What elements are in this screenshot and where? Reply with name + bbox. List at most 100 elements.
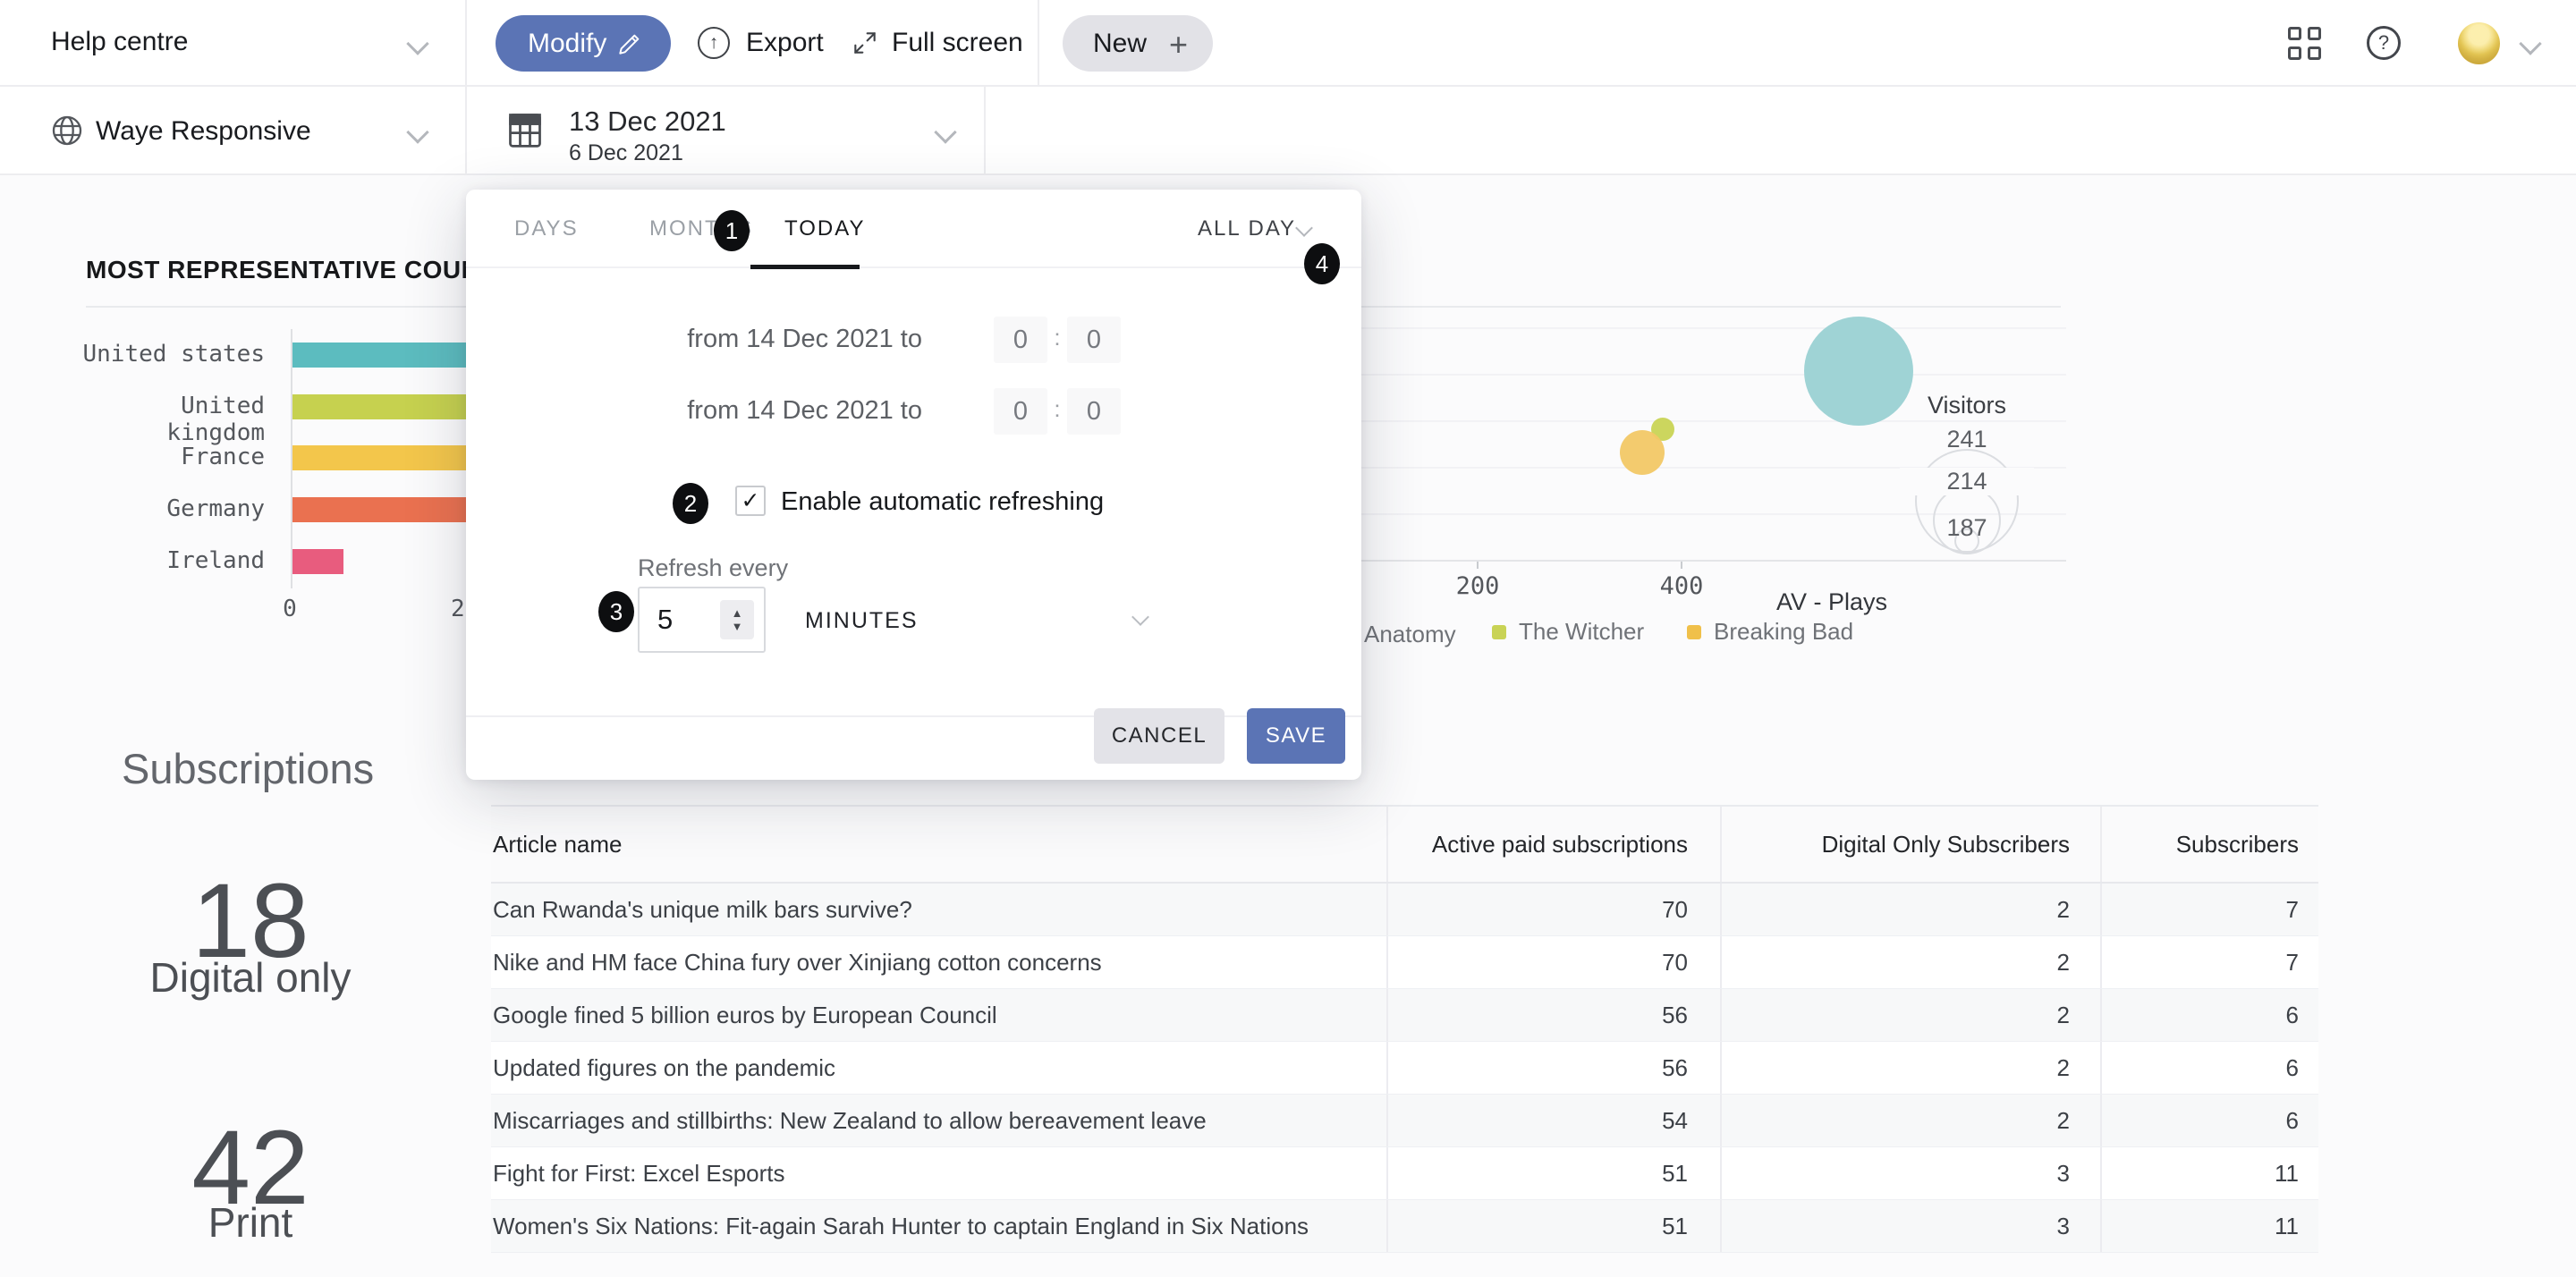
cell-article: Can Rwanda's unique milk bars survive? [491,884,1388,935]
date-primary: 13 Dec 2021 [569,106,726,138]
topbar-divider [465,0,467,87]
bubble-anatomy [1804,317,1913,426]
refresh-unit-dropdown[interactable]: MINUTES [805,587,1163,653]
export-icon: ↑ [698,27,730,59]
question-icon: ? [2378,31,2389,55]
size-legend-value: 241 [1900,426,2034,453]
legend-swatch [1492,625,1506,639]
calendar-icon [505,108,545,151]
country-label: United kingdom [82,393,265,446]
cell-value: 2 [1722,989,2102,1041]
cell-value: 6 [2102,1095,2318,1146]
topbar-divider-2 [1038,0,1039,87]
gridline [1360,420,2066,422]
hour-input[interactable]: 0 [994,317,1047,363]
stepper-down-icon: ▼ [732,620,743,633]
site-selector[interactable]: Waye Responsive [0,87,465,175]
checkmark-icon: ✓ [741,487,760,514]
chevron-down-icon [934,121,956,143]
table-row: Fight for First: Excel Esports 51 3 11 [491,1147,2318,1200]
legend-item-anatomy[interactable]: Anatomy [1364,621,1456,648]
header-subscribers: Subscribers [2102,807,2318,882]
cell-value: 2 [1722,1095,2102,1146]
auto-refresh-checkbox[interactable]: ✓ [735,486,766,516]
tab-days[interactable]: DAYS [514,216,579,241]
chevron-down-icon [1131,608,1149,626]
dialog-footer-divider [466,715,1361,717]
help-button[interactable]: ? [2367,26,2401,60]
date-range-selector[interactable]: 13 Dec 2021 6 Dec 2021 [483,87,984,175]
x-axis-label: AV - Plays [1699,588,1887,616]
apps-grid-button[interactable] [2288,27,2324,63]
all-day-label: ALL DAY [1198,216,1296,241]
gridline [1360,374,2066,376]
kpi-digital-label: Digital only [116,953,385,1002]
refresh-value-field[interactable]: ▲ ▼ [638,587,766,653]
legend-item-the-witcher[interactable]: The Witcher [1492,618,1644,646]
cell-value: 2 [1722,884,2102,935]
annotation-badge-3: 3 [598,591,634,632]
cell-value: 7 [2102,936,2318,988]
date-settings-dialog: DAYS MONTHS TODAY 1 ALL DAY 4 from 14 De… [466,190,1361,780]
new-button-label: New [1063,29,1147,59]
x-tick-0: 0 [277,596,302,622]
table-row: Miscarriages and stillbirths: New Zealan… [491,1095,2318,1147]
cell-value: 11 [2102,1200,2318,1252]
annotation-badge-2: 2 [673,483,708,524]
cell-value: 56 [1388,1042,1722,1094]
plus-icon: + [1169,26,1188,63]
annotation-badge-4: 4 [1304,243,1340,284]
minute-input[interactable]: 0 [1067,388,1121,435]
legend-label: Anatomy [1364,621,1456,648]
cell-value: 6 [2102,989,2318,1041]
cell-article: Google fined 5 billion euros by European… [491,989,1388,1041]
table-row: Google fined 5 billion euros by European… [491,989,2318,1042]
refresh-unit-label: MINUTES [805,608,919,634]
apps-grid-icon [2288,27,2324,60]
avatar[interactable] [2458,22,2500,64]
full-screen-icon [851,29,879,57]
minute-input[interactable]: 0 [1067,317,1121,363]
contextbar-divider [465,87,467,175]
cell-value: 11 [2102,1147,2318,1199]
table-row: Women's Six Nations: Fit-again Sarah Hun… [491,1200,2318,1253]
modify-button[interactable]: Modify [496,15,671,72]
header-active-paid: Active paid subscriptions [1388,807,1722,882]
x-tick-mark [1681,562,1682,569]
full-screen-button[interactable]: Full screen [845,0,1033,87]
contextbar-divider-2 [984,87,986,175]
tab-today[interactable]: TODAY [784,216,865,241]
header-article-name: Article name [491,807,1388,882]
cell-value: 70 [1388,936,1722,988]
active-tab-underline [750,265,860,269]
auto-refresh-label: Enable automatic refreshing [781,487,1104,517]
table-row: Nike and HM face China fury over Xinjian… [491,936,2318,989]
cell-article: Women's Six Nations: Fit-again Sarah Hun… [491,1200,1388,1252]
report-selector[interactable]: Help centre [0,0,465,87]
x-axis-line [1360,560,2066,562]
cancel-button[interactable]: CANCEL [1094,708,1224,764]
chevron-down-icon [406,32,428,55]
cell-value: 3 [1722,1200,2102,1252]
cell-value: 54 [1388,1095,1722,1146]
from-row-label: from 14 Dec 2021 to [609,325,922,354]
refresh-value-input[interactable] [656,603,699,637]
hour-input[interactable]: 0 [994,388,1047,435]
new-button[interactable]: New + [1063,15,1213,72]
x-tick-200: 200 [1442,572,1513,600]
cell-article: Updated figures on the pandemic [491,1042,1388,1094]
cell-value: 6 [2102,1042,2318,1094]
kpi-print-label: Print [116,1198,385,1247]
size-legend-value: 214 [1900,468,2034,495]
cell-article: Miscarriages and stillbirths: New Zealan… [491,1095,1388,1146]
time-separator: : [1049,324,1065,351]
bar-ireland [292,549,343,574]
refresh-value-stepper[interactable]: ▲ ▼ [720,600,754,639]
stepper-up-icon: ▲ [732,606,743,620]
save-button[interactable]: SAVE [1247,708,1345,764]
pencil-icon [615,30,644,58]
legend-item-breaking-bad[interactable]: Breaking Bad [1687,618,1853,646]
report-selector-label: Help centre [51,27,188,57]
legend-swatch [1687,625,1701,639]
export-button[interactable]: ↑ Export [691,0,834,87]
